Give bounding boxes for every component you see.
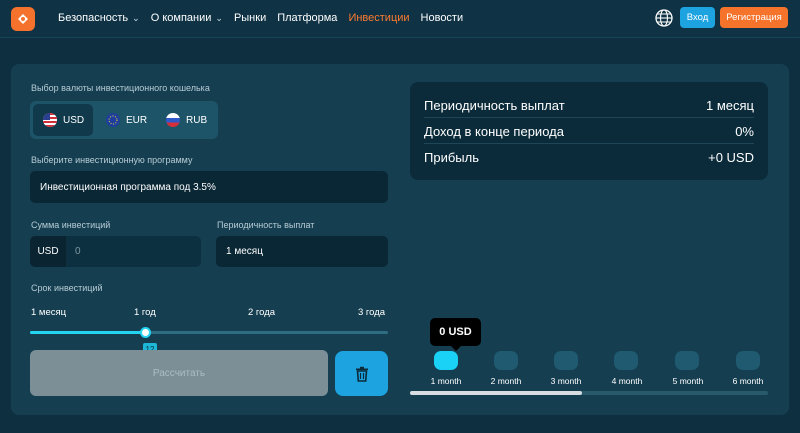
currency-option-usd[interactable]: USD	[33, 104, 93, 136]
nav-item-about[interactable]: О компании ⌄	[151, 12, 223, 24]
logo-icon	[18, 14, 28, 24]
summary-row: Периодичность выплат 1 месяц	[424, 93, 754, 118]
summary-value: 0%	[735, 123, 754, 139]
currency-label: Выбор валюты инвестиционного кошелька	[31, 83, 210, 93]
chart-scrollbar-thumb[interactable]	[410, 391, 582, 395]
nav-item-platform[interactable]: Платформа	[277, 12, 337, 24]
currency-code: USD	[63, 114, 85, 126]
month-bar-3[interactable]	[554, 351, 578, 370]
summary-value: 1 месяц	[706, 97, 754, 113]
calculate-button[interactable]: Рассчитать	[30, 350, 328, 396]
summary-value: +0 USD	[708, 150, 754, 165]
globe-icon[interactable]	[654, 8, 674, 28]
brand-logo[interactable]	[11, 7, 35, 31]
program-select[interactable]: Инвестиционная программа под 3.5%	[30, 171, 388, 203]
eu-flag-icon	[106, 113, 120, 127]
nav-item-label: Инвестиции	[348, 12, 410, 24]
amount-input[interactable]: 0	[66, 236, 201, 267]
summary-label: Доход в конце периода	[424, 123, 564, 139]
term-slider-fill	[30, 331, 145, 334]
summary-row: Доход в конце периода 0%	[424, 119, 754, 144]
nav-item-news[interactable]: Новости	[421, 12, 464, 24]
nav-item-markets[interactable]: Рынки	[234, 12, 266, 24]
frequency-select[interactable]: 1 месяц	[216, 236, 388, 267]
month-label-1: 1 month	[430, 376, 462, 386]
top-navigation-bar: Безопасность ⌄ О компании ⌄ Рынки Платформ…	[0, 0, 800, 38]
month-bar-4[interactable]	[614, 351, 638, 370]
currency-option-rub[interactable]: RUB	[156, 104, 214, 136]
nav-item-label: Новости	[420, 12, 464, 24]
month-label-6: 6 month	[732, 376, 764, 386]
month-label-2: 2 month	[490, 376, 522, 386]
chevron-down-icon: ⌄	[215, 12, 223, 23]
chart-tooltip: 0 USD	[430, 318, 481, 351]
nav-item-investments[interactable]: Инвестиции	[348, 12, 409, 24]
nav-item-label: Безопасность	[58, 12, 129, 24]
currency-selector: USD EUR RUB	[30, 101, 218, 139]
month-bar-1[interactable]	[434, 351, 458, 370]
trash-icon	[355, 366, 368, 382]
main-nav: Безопасность ⌄ О компании ⌄ Рынки Платформ…	[58, 0, 463, 36]
currency-code: EUR	[126, 114, 148, 126]
reset-button[interactable]	[335, 351, 388, 396]
amount-label: Сумма инвестиций	[31, 220, 111, 230]
month-bar-2[interactable]	[494, 351, 518, 370]
chart-scrollbar[interactable]	[410, 391, 768, 395]
term-slider-handle[interactable]	[139, 327, 151, 338]
nav-item-label: Рынки	[233, 12, 267, 24]
month-bar-6[interactable]	[736, 351, 760, 370]
term-slider-track[interactable]	[30, 327, 388, 338]
summary-label: Прибыль	[424, 150, 479, 165]
month-label-4: 4 month	[611, 376, 643, 386]
nav-item-label: О компании	[150, 12, 212, 24]
chevron-down-icon: ⌄	[132, 12, 140, 23]
term-label: Срок инвестиций	[31, 283, 103, 293]
program-label: Выберите инвестиционную программу	[31, 155, 193, 165]
amount-currency-prefix: USD	[30, 236, 66, 267]
term-tick-1-year: 1 год	[134, 307, 156, 318]
term-tick-1-month: 1 месяц	[31, 307, 67, 318]
results-summary: Периодичность выплат 1 месяц Доход в кон…	[410, 82, 768, 180]
frequency-label: Периодичность выплат	[217, 220, 315, 230]
month-bar-5[interactable]	[675, 351, 699, 370]
us-flag-icon	[43, 113, 57, 127]
currency-option-eur[interactable]: EUR	[96, 104, 154, 136]
nav-item-label: Платформа	[277, 12, 338, 24]
term-tick-3-years: 3 года	[358, 307, 386, 318]
month-label-3: 3 month	[550, 376, 582, 386]
login-button[interactable]: Вход	[680, 7, 715, 28]
month-label-5: 5 month	[672, 376, 704, 386]
currency-code: RUB	[186, 114, 208, 126]
register-button[interactable]: Регистрация	[720, 7, 788, 28]
term-tick-2-years: 2 года	[248, 307, 276, 318]
summary-row: Прибыль +0 USD	[424, 145, 754, 170]
nav-item-security[interactable]: Безопасность ⌄	[58, 12, 140, 24]
summary-label: Периодичность выплат	[424, 97, 565, 113]
ru-flag-icon	[166, 113, 180, 127]
